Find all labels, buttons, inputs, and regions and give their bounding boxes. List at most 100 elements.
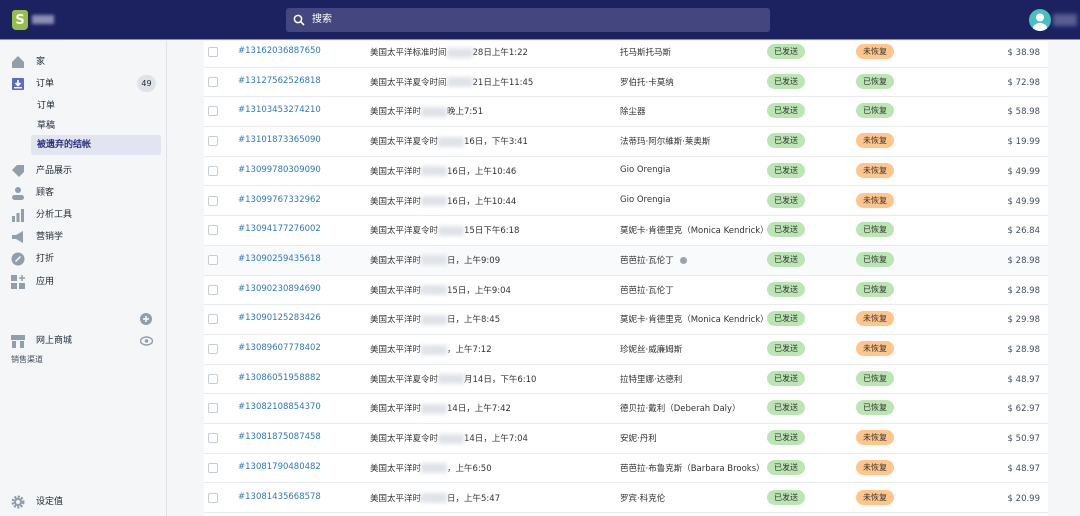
shopify-logo-icon[interactable]: S <box>12 10 28 30</box>
customer-text: 拉特里娜·达德利 <box>620 374 683 385</box>
checkout-id-link[interactable]: #13081790480482 <box>238 462 321 472</box>
sidebar-item-home[interactable]: 家 <box>0 51 167 73</box>
customer-name: 芭芭拉·瓦伦丁 <box>620 254 687 266</box>
sidebar-item-settings[interactable]: 设定值 <box>0 491 167 513</box>
checkout-id-link[interactable]: #13162036887650 <box>238 46 321 56</box>
row-checkbox[interactable] <box>208 344 218 354</box>
sidebar-item-marketing[interactable]: 营销学 <box>0 226 167 248</box>
checkout-id-link[interactable]: #13094177276002 <box>238 224 321 234</box>
apps-icon <box>11 275 25 289</box>
table-row[interactable]: #13162036887650 美国太平洋标准时间 28日上午1:22 托马斯托马… <box>204 38 1048 68</box>
search-input[interactable]: 搜索 <box>286 8 770 32</box>
customer-text: 芭芭拉·布鲁克斯（Barbara Brooks） <box>620 463 765 474</box>
row-checkbox[interactable] <box>208 492 218 503</box>
checkout-id-link[interactable]: #13099780309090 <box>238 165 321 175</box>
row-checkbox[interactable] <box>208 76 218 87</box>
checkout-id-link[interactable]: #13090230894690 <box>238 284 321 294</box>
row-checkbox[interactable] <box>208 284 218 295</box>
checkout-id-link[interactable]: #13081435668578 <box>238 492 321 502</box>
table-row[interactable]: #13081435668578 美国太平洋时 日，上午5:47 罗宾·科克伦 已发… <box>204 484 1048 514</box>
sidebar-item-apps[interactable]: 应用 <box>0 271 167 293</box>
table-row[interactable]: #13090125283426 美国太平洋时 日，上午8:45 莫妮卡·肯德里克（… <box>204 305 1048 335</box>
email-status-badge: 已发送 <box>767 430 805 446</box>
date-prefix: 美国太平洋夏令时 <box>370 226 439 237</box>
sidebar-subitem-orders[interactable]: 订单 <box>31 96 161 116</box>
sidebar-subitem-drafts[interactable]: 草稿 <box>31 116 161 136</box>
customer-text: Gio Orengia <box>620 194 671 205</box>
discount-icon <box>11 252 25 266</box>
customer-name: 德贝拉·戴利（Deberah Daly） <box>620 402 741 414</box>
info-icon[interactable] <box>679 256 687 264</box>
row-checkbox[interactable] <box>208 136 218 147</box>
table-row[interactable]: #13086051958882 美国太平洋夏令时 月14日，下午6:10 拉特里娜… <box>204 365 1048 395</box>
table-row[interactable]: #13127562526818 美国太平洋夏令时间 21日上午11:45 罗伯托·… <box>204 68 1048 98</box>
checkout-id-link[interactable]: #13090125283426 <box>238 313 321 323</box>
checkout-id-link[interactable]: #13103453274210 <box>238 105 321 115</box>
email-status-badge: 已发送 <box>767 103 805 119</box>
row-checkbox[interactable] <box>208 433 218 444</box>
checkout-id-link[interactable]: #13089607778402 <box>238 343 321 353</box>
row-checkbox[interactable] <box>208 403 218 414</box>
sidebar-item-customers[interactable]: 顾客 <box>0 182 167 204</box>
email-status-badge: 已发送 <box>767 281 805 297</box>
date-suffix: 14日，上午7:04 <box>464 434 528 445</box>
row-checkbox[interactable] <box>208 254 218 265</box>
checkout-date: 美国太平洋夏令时 15日下午6:18 <box>370 224 519 236</box>
table-row[interactable]: #13094177276002 美国太平洋夏令时 15日下午6:18 莫妮卡·肯德… <box>204 216 1048 246</box>
customer-text: Gio Orengia <box>620 164 671 175</box>
checkout-id-link[interactable]: #13081875087458 <box>238 432 321 442</box>
email-status-badge: 已发送 <box>767 162 805 178</box>
search-icon <box>293 14 305 26</box>
checkout-id-link[interactable]: #13086051958882 <box>238 373 321 383</box>
eye-icon[interactable] <box>140 336 153 346</box>
sidebar-subitem-abandoned-checkouts[interactable]: 被遗弃的结帐 <box>31 135 161 155</box>
row-checkbox[interactable] <box>208 106 218 117</box>
date-prefix: 美国太平洋时 <box>370 345 422 355</box>
total-amount: $ 49.99 <box>1007 166 1040 177</box>
date-prefix: 美国太平洋夏令时 <box>370 434 439 445</box>
table-row[interactable]: #13099767332962 美国太平洋时 16日，上午10:44 Gio Or… <box>204 187 1048 217</box>
redacted-blur <box>421 463 448 474</box>
table-row[interactable]: #13082108854370 美国太平洋时 14日，上午7:42 德贝拉·戴利（… <box>204 394 1048 425</box>
table-row[interactable]: #13103453274210 美国太平洋时 晚上7:51 除尘器 已发送 已恢复… <box>204 97 1048 128</box>
table-row[interactable]: #13081790480482 美国太平洋时 ，上午6:50 芭芭拉·布鲁克斯（B… <box>204 454 1048 484</box>
total-amount: $ 28.98 <box>1007 285 1040 296</box>
date-suffix: 16日，上午10:44 <box>447 196 517 207</box>
checkout-id-link[interactable]: #13127562526818 <box>238 76 321 86</box>
row-checkbox[interactable] <box>208 314 218 325</box>
row-checkbox[interactable] <box>208 165 218 176</box>
row-checkbox[interactable] <box>208 195 218 206</box>
recovery-status-badge: 已恢复 <box>856 281 894 297</box>
customer-text: 罗宾·科克伦 <box>620 493 666 504</box>
add-channel-icon[interactable] <box>140 313 152 325</box>
customer-text: 法蒂玛·阿尔維斯·莱奥斯 <box>620 137 711 148</box>
checkout-id-link[interactable]: #13101873365090 <box>238 135 321 145</box>
sidebar-item-online-store[interactable]: 网上商城 <box>0 330 167 352</box>
checkout-id-link[interactable]: #13090259435618 <box>238 254 321 264</box>
row-checkbox[interactable] <box>208 462 218 473</box>
checkout-date: 美国太平洋时 ，上午7:12 <box>370 343 492 355</box>
sidebar-item-products[interactable]: 产品展示 <box>0 160 167 182</box>
row-checkbox[interactable] <box>208 373 218 384</box>
row-checkbox[interactable] <box>208 47 218 57</box>
table-row[interactable]: #13090230894690 美国太平洋时 15日，上午9:04 芭芭拉·瓦伦丁… <box>204 276 1048 306</box>
sidebar-item-orders[interactable]: 订单 49 <box>0 73 167 95</box>
table-row[interactable]: #13099780309090 美国太平洋时 16日，上午10:46 Gio Or… <box>204 157 1048 187</box>
table-row[interactable]: #13081875087458 美国太平洋夏令时 14日，上午7:04 安妮·丹利… <box>204 424 1048 454</box>
date-prefix: 美国太平洋时 <box>370 404 422 415</box>
redacted-blur <box>421 196 448 206</box>
customer-text: 芭芭拉·瓦伦丁 <box>620 285 674 296</box>
person-icon <box>12 187 24 200</box>
table-row[interactable]: #13101873365090 美国太平洋夏令时 16日，下午3:41 法蒂玛·阿… <box>204 127 1048 157</box>
table-row[interactable]: #13090259435618 美国太平洋时 日，上午9:09 芭芭拉·瓦伦丁 已… <box>204 245 1048 276</box>
user-avatar[interactable] <box>1029 9 1051 31</box>
total-amount: $ 28.98 <box>1007 255 1040 266</box>
table-row[interactable]: #13089607778402 美国太平洋时 ，上午7:12 珍妮丝·威廉姆斯 已… <box>204 335 1048 365</box>
sidebar-item-analytics[interactable]: 分析工具 <box>0 204 167 226</box>
redacted-blur <box>421 166 448 177</box>
sidebar-item-discounts[interactable]: 打折 <box>0 248 167 270</box>
row-checkbox[interactable] <box>208 225 218 236</box>
date-suffix: ，上午7:12 <box>447 345 492 355</box>
checkout-id-link[interactable]: #13099767332962 <box>238 195 321 205</box>
checkout-id-link[interactable]: #13082108854370 <box>238 402 321 412</box>
